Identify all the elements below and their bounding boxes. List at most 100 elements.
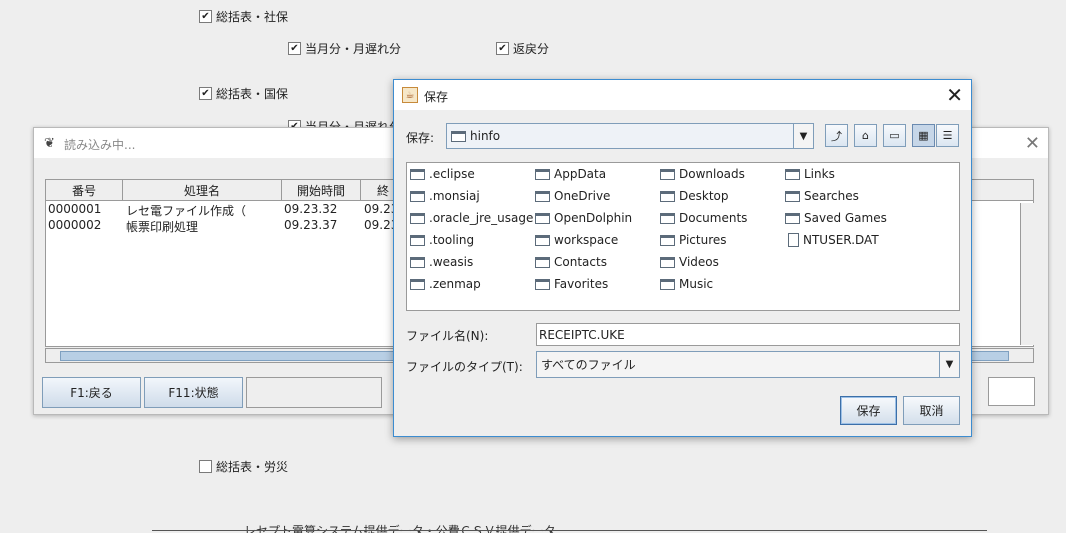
- file-name: .eclipse: [429, 167, 475, 181]
- checkbox-rosai-summary[interactable]: 総括表・労災: [199, 458, 288, 475]
- current-folder-name: hinfo: [470, 129, 501, 143]
- checkbox-shaho-summary[interactable]: ✔ 総括表・社保: [199, 8, 288, 25]
- folder-icon: [535, 234, 550, 246]
- folder-icon: [660, 212, 675, 224]
- save-in-label: 保存:: [406, 131, 435, 145]
- window-title: 読み込み中...: [64, 138, 136, 152]
- column-header-number[interactable]: 番号: [46, 180, 123, 201]
- checkbox-box[interactable]: ✔: [199, 10, 212, 23]
- divider: [152, 530, 987, 531]
- file-name: Contacts: [554, 255, 607, 269]
- file-icon: [788, 233, 799, 247]
- filetype-combo[interactable]: すべてのファイル ▼: [536, 351, 960, 378]
- list-item[interactable]: Music: [660, 275, 713, 293]
- folder-icon: [660, 256, 675, 268]
- checkbox-label: 返戻分: [513, 42, 550, 56]
- checkbox-box[interactable]: ✔: [288, 42, 301, 55]
- folder-icon: [410, 168, 425, 180]
- file-name: Searches: [804, 189, 859, 203]
- list-item[interactable]: OpenDolphin: [535, 209, 632, 227]
- list-item[interactable]: Pictures: [660, 231, 727, 249]
- up-folder-icon[interactable]: ⤴: [825, 124, 848, 147]
- file-name: .weasis: [429, 255, 474, 269]
- app-icon: ❦: [44, 136, 55, 151]
- list-item[interactable]: OneDrive: [535, 187, 610, 205]
- new-folder-icon[interactable]: ▭: [883, 124, 906, 147]
- file-name: .monsiaj: [429, 189, 480, 203]
- list-item[interactable]: .eclipse: [410, 165, 475, 183]
- cancel-button[interactable]: 取消: [903, 396, 960, 425]
- list-item[interactable]: Links: [785, 165, 835, 183]
- column-header-start[interactable]: 開始時間: [282, 180, 361, 201]
- home-icon[interactable]: ⌂: [854, 124, 877, 147]
- list-item[interactable]: .tooling: [410, 231, 474, 249]
- dialog-titlebar: ☕ 保存 ✕: [394, 80, 971, 110]
- list-item[interactable]: Videos: [660, 253, 719, 271]
- list-item[interactable]: workspace: [535, 231, 618, 249]
- file-name: .tooling: [429, 233, 475, 247]
- list-item[interactable]: AppData: [535, 165, 606, 183]
- filename-input[interactable]: RECEIPTC.UKE: [536, 323, 960, 346]
- status-field: [988, 377, 1035, 406]
- file-name: OneDrive: [554, 189, 611, 203]
- column-header-process[interactable]: 処理名: [123, 180, 282, 201]
- folder-icon: [410, 212, 425, 224]
- chevron-down-icon[interactable]: ▼: [939, 352, 959, 377]
- folder-icon: [660, 168, 675, 180]
- checkbox-box[interactable]: ✔: [199, 87, 212, 100]
- list-item[interactable]: Saved Games: [785, 209, 887, 227]
- list-item[interactable]: Searches: [785, 187, 859, 205]
- folder-icon: [535, 212, 550, 224]
- checkbox-shaho-current[interactable]: ✔ 当月分・月遅れ分: [288, 40, 401, 57]
- list-item[interactable]: Desktop: [660, 187, 729, 205]
- dialog-title: 保存: [424, 90, 449, 104]
- folder-icon: [785, 190, 800, 202]
- file-name: Music: [679, 277, 714, 291]
- list-item[interactable]: Favorites: [535, 275, 608, 293]
- list-item[interactable]: .weasis: [410, 253, 473, 271]
- folder-icon: [535, 190, 550, 202]
- file-name: Documents: [679, 211, 748, 225]
- folder-icon: [535, 278, 550, 290]
- list-item[interactable]: .monsiaj: [410, 187, 480, 205]
- close-icon[interactable]: ✕: [946, 83, 963, 107]
- chevron-down-icon[interactable]: ▼: [793, 124, 813, 148]
- list-view-icon[interactable]: ▦: [912, 124, 935, 147]
- list-item[interactable]: Contacts: [535, 253, 607, 271]
- folder-icon: [410, 256, 425, 268]
- folder-icon: [535, 256, 550, 268]
- checkbox-box[interactable]: [199, 460, 212, 473]
- close-icon[interactable]: ✕: [1025, 133, 1040, 154]
- details-view-icon[interactable]: ☰: [936, 124, 959, 147]
- table-row[interactable]: 0000002 帳票印刷処理 09.23.37 09.23: [46, 218, 402, 234]
- table-row[interactable]: 0000001 レセ電ファイル作成（ 09.23.32 09.23: [46, 202, 402, 218]
- file-name: Pictures: [679, 233, 727, 247]
- back-button[interactable]: F1:戻る: [42, 377, 141, 408]
- checkbox-label: 当月分・月遅れ分: [305, 42, 402, 56]
- folder-icon: [785, 212, 800, 224]
- save-button[interactable]: 保存: [840, 396, 897, 425]
- checkbox-box[interactable]: ✔: [496, 42, 509, 55]
- list-item[interactable]: .zenmap: [410, 275, 481, 293]
- checkbox-shaho-returned[interactable]: ✔ 返戻分: [496, 40, 549, 57]
- vertical-scrollbar[interactable]: [1020, 203, 1034, 345]
- checkbox-label: 総括表・労災: [216, 460, 289, 474]
- list-item[interactable]: Downloads: [660, 165, 745, 183]
- filename-value: RECEIPTC.UKE: [539, 327, 625, 342]
- list-item[interactable]: NTUSER.DAT: [788, 231, 879, 249]
- table-cell: 帳票印刷処理: [126, 220, 199, 234]
- list-item[interactable]: Documents: [660, 209, 747, 227]
- file-list[interactable]: .eclipse .monsiaj .oracle_jre_usage .too…: [406, 162, 960, 311]
- status-button[interactable]: F11:状態: [144, 377, 243, 408]
- file-name: OpenDolphin: [554, 211, 633, 225]
- file-name: Links: [804, 167, 835, 181]
- checkbox-label: 総括表・社保: [216, 10, 289, 24]
- table-cell: 0000002: [48, 218, 102, 232]
- checkbox-kokuho-summary[interactable]: ✔ 総括表・国保: [199, 85, 288, 102]
- section-heading: レセプト電算システム提供データ・公費ＣＳＶ提供データ: [244, 524, 556, 533]
- save-in-combo[interactable]: hinfo ▼: [446, 123, 814, 149]
- file-name: NTUSER.DAT: [803, 233, 879, 247]
- list-item[interactable]: .oracle_jre_usage: [410, 209, 533, 227]
- filetype-value: すべてのファイル: [541, 358, 636, 372]
- file-name: workspace: [554, 233, 619, 247]
